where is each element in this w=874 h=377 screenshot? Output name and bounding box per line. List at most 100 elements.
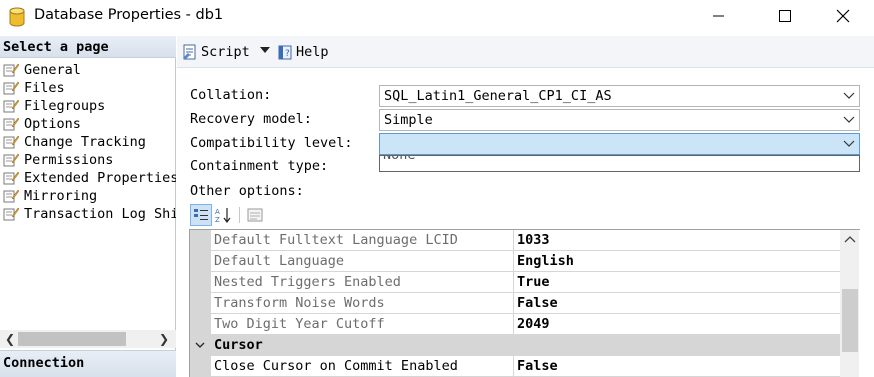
horizontal-scrollbar[interactable]: ❮ ❯	[0, 330, 176, 348]
page-icon	[3, 99, 19, 113]
page-item-options[interactable]: Options	[3, 115, 81, 133]
page-item-label: Transaction Log Shi	[24, 206, 176, 222]
page-icon	[3, 117, 19, 131]
page-icon	[3, 63, 19, 77]
property-name: Two Digit Year Cutoff	[214, 316, 385, 332]
property-grid-toolbar: A Z	[190, 204, 267, 226]
property-value: English	[517, 253, 574, 269]
scroll-left-icon[interactable]: ❮	[2, 331, 18, 347]
minimize-icon	[713, 15, 724, 17]
svg-text:?: ?	[285, 49, 290, 59]
row-gutter	[190, 272, 211, 293]
scroll-right-icon[interactable]: ❯	[156, 331, 172, 347]
page-list: General Files Filegroups Options Change Trac…	[0, 61, 176, 361]
property-category-row[interactable]: Cursor	[190, 335, 840, 356]
containment-type-label: Containment type:	[190, 158, 329, 174]
property-value: True	[517, 274, 550, 290]
column-divider	[513, 251, 514, 272]
property-pages-button[interactable]	[244, 204, 266, 226]
property-pages-icon	[247, 208, 263, 222]
page-item-transaction-log-shi[interactable]: Transaction Log Shi	[3, 205, 176, 223]
chevron-down-icon	[843, 92, 855, 99]
column-divider	[513, 356, 514, 377]
page-item-label: Change Tracking	[24, 134, 146, 150]
page-item-label: Extended Properties	[24, 170, 176, 186]
page-icon	[3, 81, 19, 95]
chevron-down-icon	[843, 116, 855, 123]
recovery-model-select[interactable]: Simple	[379, 109, 860, 131]
column-divider	[513, 230, 514, 251]
page-item-filegroups[interactable]: Filegroups	[3, 97, 105, 115]
property-row[interactable]: Two Digit Year Cutoff 2049	[190, 314, 840, 335]
property-name: Default Fulltext Language LCID	[214, 232, 458, 248]
property-value: False	[517, 295, 558, 311]
window-title: Database Properties - db1	[34, 7, 224, 23]
compatibility-level-select[interactable]	[379, 133, 860, 155]
collation-label: Collation:	[190, 87, 272, 103]
svg-text:Z: Z	[215, 216, 220, 223]
page-item-change-tracking[interactable]: Change Tracking	[3, 133, 146, 151]
column-divider	[513, 272, 514, 293]
page-item-mirroring[interactable]: Mirroring	[3, 187, 97, 205]
property-row[interactable]: Close Cursor on Commit Enabled False	[190, 356, 840, 377]
collation-select[interactable]: SQL_Latin1_General_CP1_CI_AS	[379, 85, 860, 107]
page-selector-panel: Select a page General Files Filegroups Opti…	[0, 36, 176, 377]
vertical-scrollbar[interactable]	[840, 230, 859, 377]
property-grid: Default Fulltext Language LCID 1033 Defaul…	[189, 229, 860, 377]
scrollbar-thumb[interactable]	[18, 332, 126, 346]
connection-header: Connection	[0, 350, 176, 377]
page-icon	[3, 153, 19, 167]
select-page-header: Select a page	[0, 36, 176, 58]
page-item-general[interactable]: General	[3, 61, 81, 79]
page-icon	[3, 189, 19, 203]
categorized-button[interactable]	[190, 204, 212, 226]
row-gutter	[190, 251, 211, 272]
sort-alphabetical-icon: A Z	[215, 208, 231, 223]
help-icon: ?	[278, 45, 292, 60]
row-gutter	[190, 356, 211, 377]
scroll-up-icon[interactable]	[844, 234, 856, 244]
chevron-down-icon[interactable]	[195, 341, 205, 349]
property-value: 2049	[517, 316, 550, 332]
maximize-button[interactable]	[762, 0, 808, 32]
column-divider	[513, 314, 514, 335]
row-gutter	[190, 293, 211, 314]
scrollbar-thumb[interactable]	[842, 289, 858, 352]
close-icon	[836, 9, 850, 23]
page-icon	[3, 135, 19, 149]
maximize-icon	[779, 10, 791, 22]
property-value[interactable]: False	[517, 358, 558, 374]
row-gutter	[190, 230, 211, 251]
property-value: 1033	[517, 232, 550, 248]
title-bar: Database Properties - db1	[0, 0, 874, 34]
database-icon	[9, 7, 25, 27]
svg-text:A: A	[215, 208, 220, 216]
property-name: Nested Triggers Enabled	[214, 274, 401, 290]
other-options-label: Other options:	[190, 183, 304, 199]
property-row[interactable]: Transform Noise Words False	[190, 293, 840, 314]
page-item-label: Filegroups	[24, 98, 106, 114]
alphabetical-button[interactable]: A Z	[213, 204, 235, 226]
page-item-label: General	[24, 62, 81, 78]
close-button[interactable]	[820, 0, 866, 32]
minimize-button[interactable]	[696, 0, 742, 32]
page-item-permissions[interactable]: Permissions	[3, 151, 113, 169]
page-icon	[3, 171, 19, 185]
property-row[interactable]: Default Language English	[190, 251, 840, 272]
property-name: Default Language	[214, 253, 345, 269]
properties-toolbar: Script ? Help	[177, 36, 874, 68]
help-button[interactable]: ? Help	[277, 43, 329, 61]
page-item-extended-properties[interactable]: Extended Properties	[3, 169, 176, 187]
property-name: Transform Noise Words	[214, 295, 385, 311]
row-gutter	[190, 314, 211, 335]
script-button[interactable]: Script	[182, 43, 250, 61]
script-dropdown-arrow-icon[interactable]	[260, 47, 270, 53]
page-item-label: Permissions	[24, 152, 114, 168]
property-row[interactable]: Nested Triggers Enabled True	[190, 272, 840, 293]
page-item-files[interactable]: Files	[3, 79, 65, 97]
compatibility-level-dropdown-list[interactable]: None	[379, 155, 860, 172]
script-icon	[183, 44, 196, 60]
chevron-down-icon	[843, 140, 855, 147]
page-icon	[3, 207, 19, 221]
property-row[interactable]: Default Fulltext Language LCID 1033	[190, 230, 840, 251]
